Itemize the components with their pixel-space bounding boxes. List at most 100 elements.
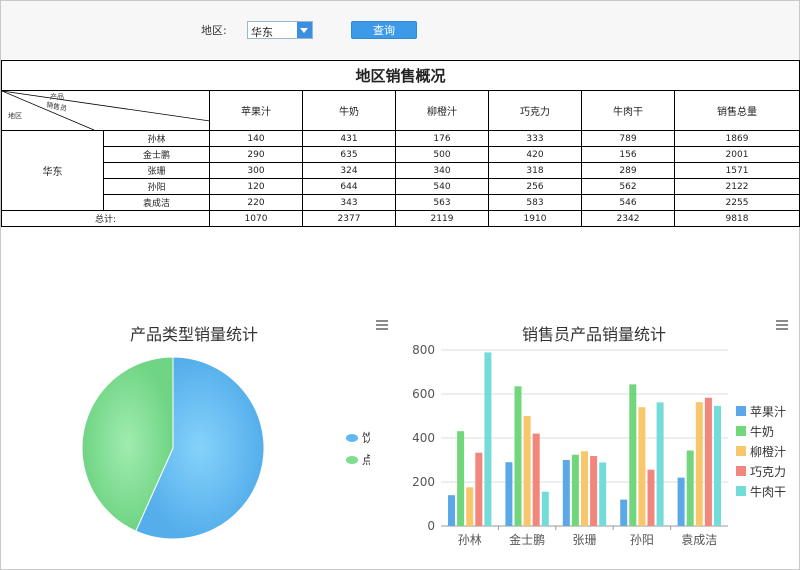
table-row: 孙阳 120 644 540 256 562 2122: [2, 178, 800, 195]
bar-legend-label[interactable]: 柳橙汁: [750, 444, 786, 459]
value-cell: 789: [581, 130, 675, 147]
value-cell: 343: [302, 194, 396, 211]
value-cell: 289: [581, 162, 675, 179]
region-select-value: 华东: [251, 26, 273, 39]
bar[interactable]: [704, 397, 712, 526]
corner-region-label: 地区: [8, 112, 22, 120]
bar[interactable]: [457, 431, 465, 526]
x-tick-label: 孙阳: [630, 533, 654, 547]
bar[interactable]: [514, 386, 522, 526]
salesperson-cell: 孙林: [103, 130, 210, 147]
x-tick-label: 孙林: [458, 533, 482, 547]
column-header: 销售总量: [673, 90, 800, 131]
x-tick-label: 张珊: [572, 533, 596, 547]
bar[interactable]: [656, 402, 664, 526]
bar[interactable]: [466, 487, 474, 526]
bar[interactable]: [638, 407, 646, 526]
bar[interactable]: [532, 433, 540, 526]
bar[interactable]: [505, 462, 513, 526]
table-row: 金士鹏 290 635 500 420 156 2001: [2, 146, 800, 163]
value-cell: 2122: [673, 178, 800, 195]
legend-marker: [736, 486, 746, 496]
salesperson-cell: 张珊: [103, 162, 210, 179]
filter-bar: 地区: 华东 查询: [1, 1, 799, 59]
total-cell: 9818: [673, 210, 800, 227]
value-cell: 420: [488, 146, 582, 163]
bar[interactable]: [571, 454, 579, 526]
total-row: 总计: 1070 2377 2119 1910 2342 9818: [1, 210, 800, 227]
bar-legend-label[interactable]: 牛奶: [750, 424, 774, 439]
bar-chart: 0 200 400 600 800 孙林 金士鹏 张珊 孙阳 袁成洁 苹果汁牛奶柳橙汁巧克力牛肉干: [412, 343, 786, 547]
report-header-row: 产品 销售员 地区 苹果汁 牛奶 柳橙汁 巧克力 牛肉干 销售总量: [1, 90, 800, 131]
bar[interactable]: [523, 416, 531, 526]
legend-marker: [736, 426, 746, 436]
bar[interactable]: [695, 402, 703, 526]
column-header: 巧克力: [488, 90, 582, 131]
pie-legend-label[interactable]: 饮料: [362, 431, 370, 445]
value-cell: 318: [488, 162, 582, 179]
value-cell: 546: [581, 194, 675, 211]
bar[interactable]: [686, 450, 694, 526]
pie-menu-icon[interactable]: [376, 320, 388, 330]
bar[interactable]: [475, 452, 483, 526]
bar[interactable]: [541, 491, 549, 526]
value-cell: 562: [581, 178, 675, 195]
chevron-down-icon[interactable]: [297, 22, 312, 38]
bar[interactable]: [629, 384, 637, 526]
value-cell: 333: [488, 130, 582, 147]
column-header: 牛肉干: [581, 90, 675, 131]
value-cell: 156: [581, 146, 675, 163]
bar[interactable]: [677, 477, 685, 526]
bar[interactable]: [599, 462, 607, 526]
value-cell: 563: [395, 194, 489, 211]
total-cell: 2377: [302, 210, 396, 227]
bar[interactable]: [484, 352, 492, 526]
legend-marker: [736, 446, 746, 456]
y-tick-label: 200: [412, 475, 435, 489]
salesperson-cell: 袁成洁: [103, 194, 210, 211]
report-title: 地区销售概况: [0, 60, 800, 91]
bar[interactable]: [714, 405, 721, 526]
value-cell: 290: [209, 146, 303, 163]
value-cell: 120: [209, 178, 303, 195]
bar-menu-icon[interactable]: [776, 320, 788, 330]
table-row: 华东 孙林 140 431 176 333 789 1869: [1, 130, 800, 211]
bar[interactable]: [620, 499, 628, 526]
legend-marker: [736, 466, 746, 476]
total-cell: 1070: [209, 210, 303, 227]
bar-legend-label[interactable]: 苹果汁: [750, 405, 786, 419]
query-button[interactable]: 查询: [351, 21, 417, 39]
value-cell: 140: [209, 130, 303, 147]
total-cell: 2342: [581, 210, 675, 227]
total-label: 总计:: [1, 210, 210, 227]
legend-marker: [346, 456, 358, 464]
y-tick-label: 0: [427, 519, 435, 533]
value-cell: 324: [302, 162, 396, 179]
bar-legend-label[interactable]: 巧克力: [750, 465, 786, 479]
region-label: 地区:: [201, 24, 227, 37]
bar-legend-label[interactable]: 牛肉干: [750, 484, 786, 499]
salesperson-cell: 金士鹏: [103, 146, 210, 163]
value-cell: 540: [395, 178, 489, 195]
bar[interactable]: [448, 495, 455, 526]
bar[interactable]: [590, 456, 598, 526]
pie-legend-label[interactable]: 点心: [362, 453, 370, 467]
legend-marker: [736, 406, 746, 416]
value-cell: 1571: [673, 162, 800, 179]
pie-chart: 饮料点心: [81, 356, 370, 540]
bar[interactable]: [581, 451, 588, 526]
y-tick-label: 800: [412, 343, 435, 357]
y-tick-label: 600: [412, 387, 435, 401]
value-cell: 635: [302, 146, 396, 163]
bar[interactable]: [647, 469, 655, 526]
bar[interactable]: [562, 460, 570, 526]
value-cell: 220: [209, 194, 303, 211]
value-cell: 431: [302, 130, 396, 147]
x-tick-label: 金士鹏: [509, 532, 545, 547]
region-select[interactable]: 华东: [247, 21, 313, 39]
value-cell: 583: [488, 194, 582, 211]
table-row: 张珊 300 324 340 318 289 1571: [2, 162, 800, 179]
column-header: 牛奶: [302, 90, 396, 131]
corner-diagonal-lines: [2, 91, 210, 130]
pie-chart-title: 产品类型销量统计: [130, 325, 259, 344]
